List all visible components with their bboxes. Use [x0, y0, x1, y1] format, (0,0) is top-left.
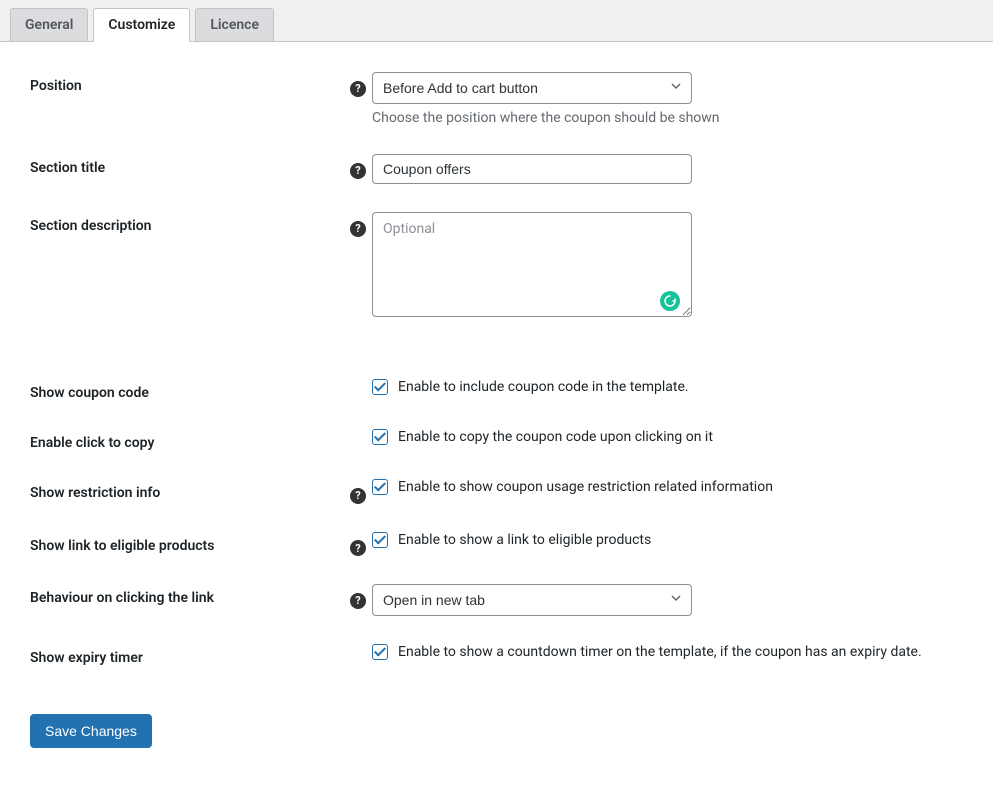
label-show-link-eligible: Show link to eligible products [30, 532, 350, 554]
row-show-expiry: Show expiry timer Enable to show a count… [30, 644, 963, 666]
section-description-textarea[interactable] [372, 212, 692, 317]
label-behaviour-link: Behaviour on clicking the link [30, 584, 350, 606]
row-enable-click-copy: Enable click to copy Enable to copy the … [30, 429, 963, 451]
help-icon[interactable]: ? [350, 163, 366, 179]
label-show-restriction: Show restriction info [30, 479, 350, 501]
show-expiry-desc: Enable to show a countdown timer on the … [398, 644, 922, 660]
show-restriction-desc: Enable to show coupon usage restriction … [398, 479, 773, 495]
show-link-eligible-desc: Enable to show a link to eligible produc… [398, 532, 651, 548]
content: Position ? Before Add to cart button Cho… [0, 42, 993, 778]
help-icon[interactable]: ? [350, 221, 366, 237]
label-show-coupon-code: Show coupon code [30, 379, 350, 401]
row-section-title: Section title ? [30, 154, 963, 184]
label-section-description: Section description [30, 212, 350, 234]
help-icon[interactable]: ? [350, 593, 366, 609]
behaviour-link-select[interactable]: Open in new tab [372, 584, 692, 616]
row-section-description: Section description ? [30, 212, 963, 321]
row-show-coupon-code: Show coupon code Enable to include coupo… [30, 379, 963, 401]
show-link-eligible-checkbox[interactable] [372, 532, 388, 548]
show-expiry-checkbox[interactable] [372, 644, 388, 660]
tab-general[interactable]: General [10, 8, 88, 42]
label-show-expiry: Show expiry timer [30, 644, 350, 666]
help-icon[interactable]: ? [350, 488, 366, 504]
row-position: Position ? Before Add to cart button Cho… [30, 72, 963, 126]
row-behaviour-link: Behaviour on clicking the link ? Open in… [30, 584, 963, 616]
section-title-input[interactable] [372, 154, 692, 184]
enable-click-copy-checkbox[interactable] [372, 429, 388, 445]
show-coupon-code-checkbox[interactable] [372, 379, 388, 395]
tab-licence[interactable]: Licence [195, 8, 274, 42]
label-enable-click-copy: Enable click to copy [30, 429, 350, 451]
tab-customize[interactable]: Customize [93, 8, 190, 42]
save-changes-button[interactable]: Save Changes [30, 714, 152, 748]
show-restriction-checkbox[interactable] [372, 479, 388, 495]
position-select[interactable]: Before Add to cart button [372, 72, 692, 104]
row-show-restriction: Show restriction info ? Enable to show c… [30, 479, 963, 504]
enable-click-copy-desc: Enable to copy the coupon code upon clic… [398, 429, 713, 445]
help-icon[interactable]: ? [350, 540, 366, 556]
help-icon[interactable]: ? [350, 81, 366, 97]
position-help-text: Choose the position where the coupon sho… [372, 110, 963, 126]
tab-bar: General Customize Licence [0, 0, 993, 42]
label-section-title: Section title [30, 154, 350, 176]
label-position: Position [30, 72, 350, 94]
row-show-link-eligible: Show link to eligible products ? Enable … [30, 532, 963, 557]
show-coupon-code-desc: Enable to include coupon code in the tem… [398, 379, 689, 395]
